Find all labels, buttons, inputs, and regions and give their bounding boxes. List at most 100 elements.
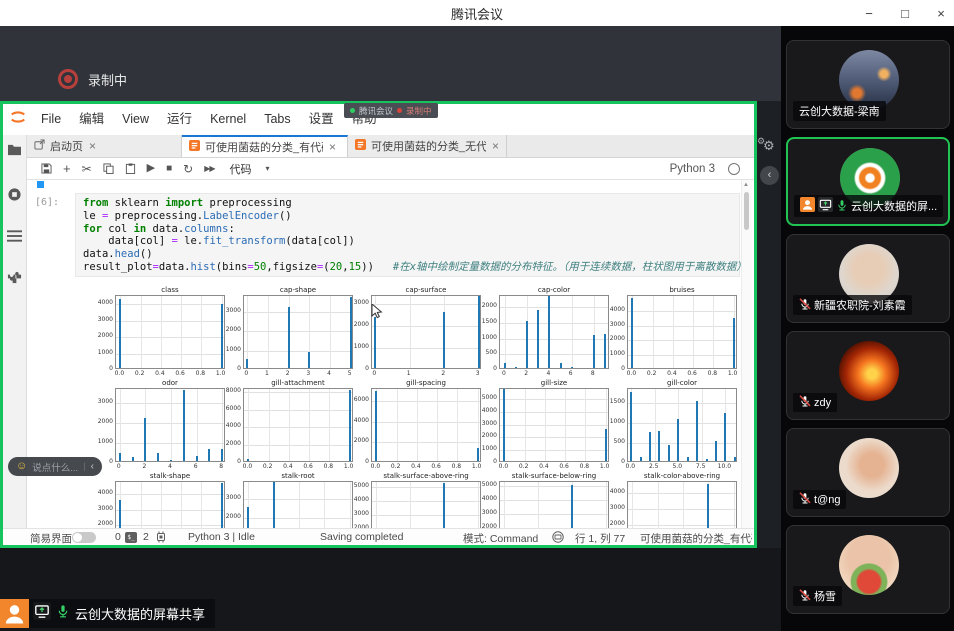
extensions-icon[interactable] (7, 269, 22, 289)
running-kernels-icon[interactable] (7, 187, 22, 207)
subplot-title: stalk-surface-below-ring (499, 472, 609, 480)
y-tick-label: 0 (481, 459, 497, 465)
tab-2[interactable]: 可使用菌菇的分类_有代码.ipy× (182, 135, 348, 157)
menu-item-3[interactable]: View (113, 112, 158, 126)
menu-item-1[interactable]: File (32, 112, 70, 126)
add-cell-icon[interactable]: + (63, 162, 71, 175)
chat-input-pill[interactable]: ☺ 说点什么... | ‹ (8, 457, 102, 476)
table-of-contents-icon[interactable] (7, 229, 22, 247)
y-tick-label: 5000 (481, 482, 497, 488)
scroll-thumb[interactable] (744, 192, 749, 230)
cut-cells-icon[interactable]: ✂ (82, 163, 92, 175)
code-line: data[col] = le.fit_transform(data[col]) (83, 235, 732, 248)
y-tick-label: 0 (609, 459, 625, 465)
subplot-title: cap-surface (371, 286, 481, 294)
cell-collapser[interactable] (37, 181, 44, 188)
share-control-pill[interactable]: 腾讯会议 录制中 (344, 103, 438, 118)
signal-icon (350, 108, 355, 113)
participant-tile[interactable]: 新疆农职院-刘素霞 (786, 234, 950, 323)
tab-label: 启动页 (50, 138, 83, 154)
x-tick-label: 7.5 (696, 463, 706, 470)
recording-indicator: 录制中 (58, 69, 127, 89)
participant-name: t@ng (814, 494, 840, 506)
scroll-up-icon[interactable]: ▲ (743, 182, 749, 188)
code-line: for col in data.columns: (83, 223, 732, 236)
stop-kernel-icon[interactable]: ■ (166, 164, 172, 174)
y-tick-label: 1000 (353, 344, 369, 350)
subplot-stalk-surface-below-ring: stalk-surface-below-ring0100020003000400… (481, 472, 609, 528)
y-tick-label: 2000 (225, 514, 241, 520)
terminal-count: 0 (115, 531, 121, 543)
minimize-button[interactable]: − (862, 6, 876, 21)
plot-area (243, 295, 353, 369)
command-mode[interactable]: 模式: Command (463, 531, 538, 546)
subplot-gill-color: gill-color0500100015000.02.55.07.510.0 (609, 379, 737, 471)
file-browser-icon[interactable] (7, 143, 22, 161)
emoji-icon[interactable]: ☺ (16, 461, 27, 472)
screen-share-banner: 云创大数据的屏幕共享 (0, 599, 215, 628)
cursor-position[interactable]: 行 1, 列 77 (575, 531, 625, 546)
menu-item-2[interactable]: 编辑 (70, 112, 113, 126)
x-tick-label: 0.8 (708, 370, 718, 377)
plot-area (243, 388, 353, 462)
participant-tile[interactable]: 云创大数据-梁南 (786, 40, 950, 129)
kernel-status-text[interactable]: Python 3 | Idle (188, 531, 255, 543)
scrollbar[interactable]: ▲ (741, 180, 752, 528)
collapse-chat-icon[interactable]: ‹ (91, 461, 94, 472)
subplot-title: stalk-shape (115, 472, 225, 480)
simple-ui-toggle[interactable] (72, 532, 96, 543)
y-tick-label: 2000 (353, 322, 369, 328)
x-tick-label: 1.0 (600, 463, 610, 470)
participant-name: 新疆农职院-刘素霞 (814, 297, 906, 313)
x-tick-label: 0.2 (135, 370, 145, 377)
kernel-count: 2 (143, 531, 149, 543)
participant-tile[interactable]: zdy (786, 331, 950, 420)
participant-tile[interactable]: 云创大数据的屏... (786, 137, 950, 226)
y-tick-label: 3000 (225, 495, 241, 501)
y-tick-label: 2000 (97, 333, 113, 339)
cell-type-select[interactable]: 代码 ▾ (230, 161, 270, 177)
close-tab-icon[interactable]: × (329, 140, 336, 154)
code-cell[interactable]: from sklearn import preprocessingle = pr… (75, 193, 740, 277)
cell-type-value: 代码 (230, 161, 252, 177)
close-tab-icon[interactable]: × (89, 139, 96, 153)
copy-cells-icon[interactable] (103, 163, 114, 174)
restart-run-all-icon[interactable]: ▶▶ (204, 165, 214, 173)
x-tick-label: 1 (407, 370, 411, 377)
view-settings-button[interactable]: ⚙ ⚙ (757, 136, 781, 156)
kernel-name[interactable]: Python 3 (670, 163, 715, 175)
maximize-button[interactable]: □ (898, 6, 912, 21)
x-tick-label: 5 (348, 370, 352, 377)
restart-kernel-icon[interactable]: ↻ (183, 163, 193, 175)
notebook-content[interactable]: [6]: from sklearn import preprocessingle… (27, 180, 754, 528)
x-tick-label: 0.0 (243, 463, 253, 470)
x-tick-label: 0.6 (303, 463, 313, 470)
plot-area (499, 388, 609, 462)
tab-1[interactable]: 启动页 × (27, 135, 182, 157)
close-button[interactable]: × (934, 6, 948, 21)
participant-tile[interactable]: t@ng (786, 428, 950, 517)
menu-item-4[interactable]: 运行 (158, 112, 201, 126)
menu-item-6[interactable]: Tabs (255, 112, 299, 126)
subplot-title: bruises (627, 286, 737, 294)
paste-cells-icon[interactable] (125, 163, 136, 174)
menu-item-5[interactable]: Kernel (201, 112, 255, 126)
x-tick-label: 6 (194, 463, 198, 470)
shared-screen-frame: File编辑View运行KernelTabs设置帮助 启动页×可使用菌菇的分类_… (0, 101, 757, 548)
collapse-sidebar-button[interactable]: ‹ (760, 166, 779, 185)
subplot-cap-surface: cap-surface01000200030000123 (353, 286, 481, 378)
y-tick-label: 2000 (225, 327, 241, 333)
y-tick-label: 1500 (481, 319, 497, 325)
launcher-icon (34, 139, 45, 153)
save-icon[interactable] (41, 163, 52, 174)
tab-3[interactable]: 可使用菌菇的分类_无代码.ipy× (348, 135, 507, 157)
participant-tile[interactable]: 杨雪 (786, 525, 950, 614)
menu-item-7[interactable]: 设置 (300, 112, 343, 126)
run-cell-icon[interactable]: ▶ (147, 163, 155, 174)
y-tick-label: 2000 (609, 336, 625, 342)
avatar (839, 341, 899, 401)
chat-placeholder[interactable]: 说点什么... (32, 460, 78, 474)
close-tab-icon[interactable]: × (492, 139, 499, 153)
subplot-title: gill-size (499, 379, 609, 387)
y-tick-label: 4000 (353, 497, 369, 503)
